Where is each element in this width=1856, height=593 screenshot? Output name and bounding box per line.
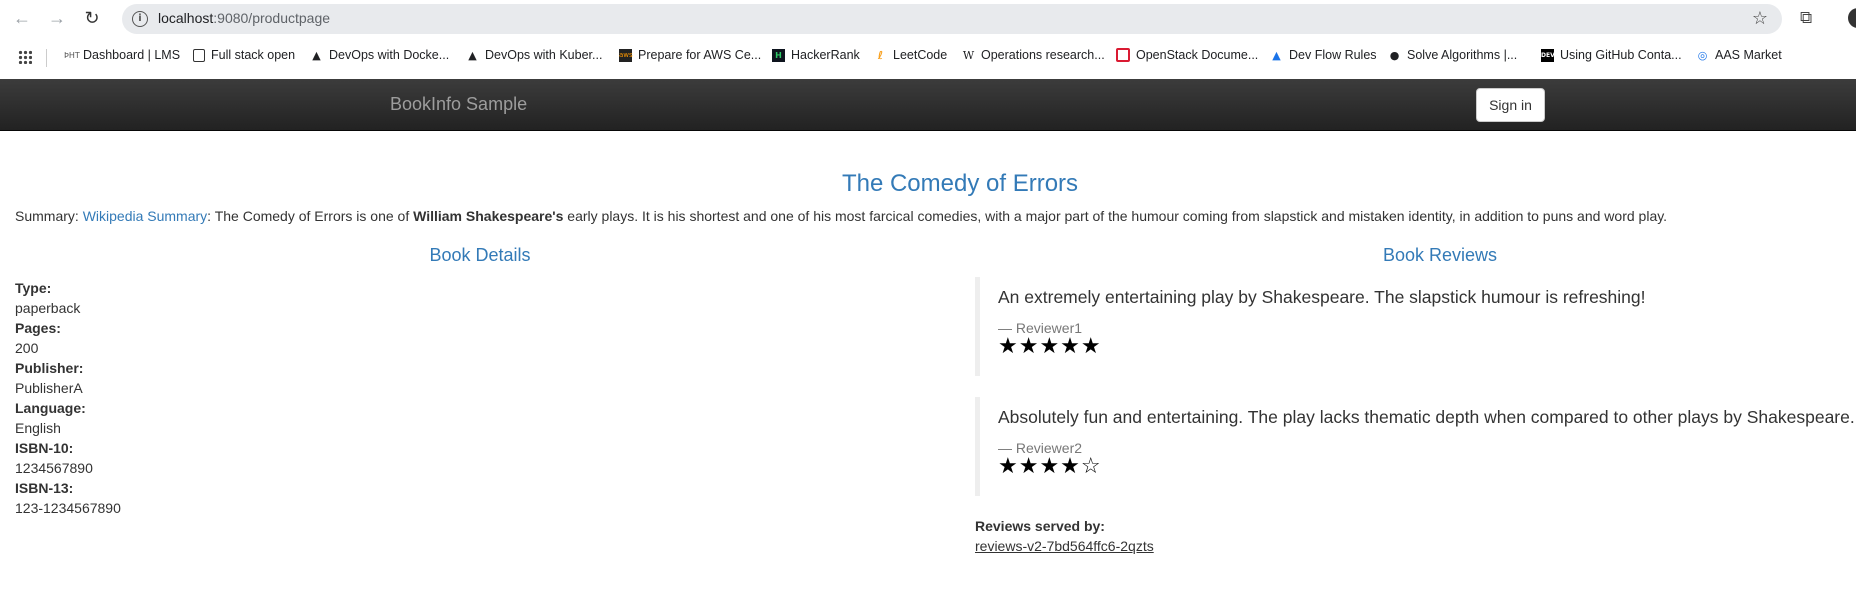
bookmark-item[interactable]: ◎ AAS Market (1696, 48, 1782, 62)
bookmark-label: OpenStack Docume... (1136, 48, 1259, 62)
star-rating: ★★★★★ (998, 334, 1102, 359)
url-text: localhost:9080/productpage (158, 10, 330, 26)
leetcode-icon: ℓ (877, 48, 884, 62)
detail-value: paperback (15, 300, 81, 316)
bookmark-star-icon[interactable]: ☆ (1752, 8, 1768, 29)
back-arrow-icon[interactable]: ← (10, 6, 34, 30)
forward-arrow-icon[interactable]: → (45, 6, 69, 30)
review-block: Absolutely fun and entertaining. The pla… (975, 397, 1856, 496)
bookmark-label: AAS Market (1715, 48, 1782, 62)
bookmark-item[interactable]: ℓ LeetCode (874, 48, 947, 62)
page-icon (193, 48, 205, 62)
devflow-icon: ▲ (1272, 48, 1281, 62)
bookmark-label: Dev Flow Rules (1289, 48, 1377, 62)
reload-icon[interactable]: ↻ (80, 6, 104, 30)
site-info-icon[interactable]: i (132, 11, 148, 27)
review-text: Absolutely fun and entertaining. The pla… (998, 407, 1855, 427)
browser-toolbar: ← → ↻ i localhost:9080/productpage ☆ ⧉ (0, 0, 1856, 36)
hackerrank-icon: H (772, 48, 785, 62)
openstack-icon (1116, 48, 1130, 62)
book-details-heading: Book Details (429, 245, 531, 265)
detail-label: Pages: (15, 320, 61, 336)
book-title: The Comedy of Errors (841, 170, 1079, 197)
address-bar[interactable]: i localhost:9080/productpage ☆ (122, 4, 1782, 34)
triangle-icon: ▲ (312, 48, 321, 62)
lms-icon: ÞHT (64, 50, 80, 60)
summary-label: Summary: (15, 208, 83, 224)
bookmark-label: LeetCode (893, 48, 948, 62)
bookmark-item[interactable]: ÞHT Dashboard | LMS (64, 48, 180, 62)
summary-author: William Shakespeare's (413, 208, 564, 224)
served-by-label: Reviews served by: (975, 518, 1105, 534)
bookmark-label: Operations research... (981, 48, 1105, 62)
detail-label: ISBN-13: (15, 480, 74, 496)
served-by-pod-link[interactable]: reviews-v2-7bd564ffc6-2qzts (975, 536, 1154, 556)
dev-icon: DEV (1541, 48, 1555, 62)
extensions-icon[interactable]: ⧉ (1800, 8, 1820, 28)
detail-value: 200 (15, 340, 39, 356)
detail-value: 1234567890 (15, 460, 93, 476)
wikipedia-icon: W (962, 48, 975, 62)
bookmark-item[interactable]: OpenStack Docume... (1116, 48, 1258, 62)
bookmark-item[interactable]: ▲ DevOps with Docke... (310, 48, 449, 62)
book-summary: Summary: Wikipedia Summary: The Comedy o… (15, 208, 1667, 224)
review-text: An extremely entertaining play by Shakes… (998, 287, 1646, 307)
detail-label: Publisher: (15, 360, 84, 376)
bookmark-item[interactable]: H HackerRank (772, 48, 860, 62)
wikipedia-summary-link[interactable]: Wikipedia Summary (83, 208, 207, 224)
detail-value: PublisherA (15, 380, 83, 396)
bookmark-label: Prepare for AWS Ce... (638, 48, 762, 62)
triangle-icon: ▲ (468, 48, 477, 62)
url-path: :9080/productpage (213, 10, 331, 26)
bookmark-item[interactable]: aws Prepare for AWS Ce... (619, 48, 761, 62)
detail-label: ISBN-10: (15, 440, 74, 456)
bookmark-label: Full stack open (211, 48, 296, 62)
aws-icon: aws (619, 48, 633, 62)
bookmark-label: DevOps with Kuber... (485, 48, 603, 62)
detail-label: Type: (15, 280, 52, 296)
sign-in-button[interactable]: Sign in (1476, 88, 1545, 122)
detail-label: Language: (15, 400, 86, 416)
bookmark-label: DevOps with Docke... (329, 48, 450, 62)
review-block: An extremely entertaining play by Shakes… (975, 277, 1856, 376)
bookmark-item[interactable]: Full stack open (193, 48, 295, 62)
url-host: localhost (158, 10, 214, 26)
summary-text-rest: early plays. It is his shortest and one … (563, 208, 1668, 224)
detail-value: English (15, 420, 61, 436)
bookmark-label: Dashboard | LMS (83, 48, 181, 62)
bookmark-label: Solve Algorithms |... (1407, 48, 1518, 62)
aas-icon: ◎ (1697, 48, 1708, 62)
book-details-list: Type: paperback Pages: 200 Publisher: Pu… (15, 278, 121, 518)
star-rating: ★★★★☆ (998, 454, 1102, 479)
bookmark-item[interactable]: DEV Using GitHub Conta... (1541, 48, 1682, 62)
bookmark-item[interactable]: ● Solve Algorithms |... (1388, 48, 1518, 62)
profile-avatar[interactable] (1848, 8, 1856, 28)
summary-text: : The Comedy of Errors is one of (207, 208, 414, 224)
brand-title[interactable]: BookInfo Sample (390, 94, 527, 115)
app-navbar: BookInfo Sample Sign in (0, 79, 1856, 131)
bookmark-label: Using GitHub Conta... (1560, 48, 1682, 62)
globe-icon: ● (1389, 48, 1400, 62)
detail-value: 123-1234567890 (15, 500, 121, 516)
bookmarks-bar: ÞHT Dashboard | LMS Full stack open ▲ DevO… (0, 44, 1856, 70)
reviews-served-by: Reviews served by: reviews-v2-7bd564ffc6… (975, 516, 1154, 556)
bookmark-label: HackerRank (791, 48, 860, 62)
bookmark-item[interactable]: ▲ DevOps with Kuber... (466, 48, 602, 62)
book-reviews-heading: Book Reviews (1382, 245, 1498, 265)
bookmark-item[interactable]: ▲ Dev Flow Rules (1270, 48, 1377, 62)
bookmark-item[interactable]: W Operations research... (962, 48, 1105, 62)
